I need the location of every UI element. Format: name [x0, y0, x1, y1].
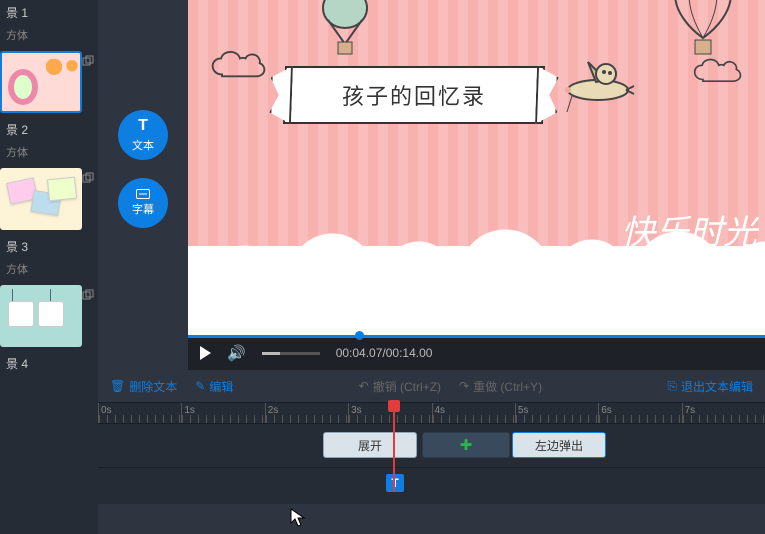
duplicate-icon[interactable] — [82, 289, 94, 301]
scene-item-4[interactable]: 景 4 — [0, 285, 98, 376]
text-icon: T — [138, 117, 148, 135]
text-marker[interactable]: T — [386, 474, 404, 492]
balloon-decoration — [669, 0, 737, 72]
scene-sublabel: 方体 — [0, 25, 98, 51]
volume-slider[interactable] — [262, 352, 320, 355]
volume-icon[interactable]: 🔊 — [227, 344, 246, 362]
title-banner[interactable]: 孩子的回忆录 — [284, 66, 544, 124]
player-controls: 🔊 00:04.07/00:14.00 — [188, 336, 765, 370]
timeline-text-track[interactable]: T — [98, 468, 765, 504]
text-tool-button[interactable]: T 文本 — [118, 110, 168, 160]
balloon-decoration — [318, 0, 372, 70]
trash-icon: 🗑 — [110, 379, 125, 393]
tool-label: 文本 — [132, 137, 154, 153]
scene-label: 景 4 — [0, 351, 98, 376]
add-clip-button[interactable]: ✚ — [422, 432, 510, 458]
edit-icon: ✎ — [195, 379, 205, 393]
scene-thumbnail[interactable] — [0, 168, 82, 230]
redo-icon: ↷ — [459, 379, 469, 393]
preview-canvas[interactable]: 孩子的回忆录 快乐时光 — [188, 0, 765, 336]
timecode: 00:04.07/00:14.00 — [336, 346, 433, 360]
duplicate-icon[interactable] — [82, 55, 94, 67]
undo-icon: ↶ — [359, 379, 369, 393]
scene-item-1[interactable]: 景 1 方体 — [0, 0, 98, 51]
timeline-ruler[interactable]: 0s1s2s3s4s5s6s7s — [98, 402, 765, 424]
edit-button[interactable]: ✎编辑 — [195, 378, 233, 395]
scene-label: 景 1 — [0, 0, 98, 25]
scene-item-3[interactable]: 景 3 方体 — [0, 168, 98, 285]
playhead[interactable] — [393, 402, 395, 492]
scene-sublabel: 方体 — [0, 259, 98, 285]
exit-text-edit-button[interactable]: ⎘退出文本编辑 — [667, 378, 753, 395]
scene-thumbnail[interactable] — [0, 51, 82, 113]
tool-label: 字幕 — [132, 201, 154, 217]
scene-list: 景 1 方体 景 2 方体 景 3 方体 景 4 — [0, 0, 98, 534]
timeline-toolbar: 🗑删除文本 ✎编辑 ↶撤销 (Ctrl+Z) ↷重做 (Ctrl+Y) ⎘退出文… — [98, 370, 765, 402]
play-button[interactable] — [200, 346, 211, 360]
scene-thumbnail[interactable] — [0, 285, 82, 347]
subtitle-tool-button[interactable]: 字幕 — [118, 178, 168, 228]
timeline-track[interactable]: 展开 ✚ 左边弹出 — [98, 424, 765, 468]
redo-button[interactable]: ↷重做 (Ctrl+Y) — [459, 378, 542, 395]
subtitle-icon — [136, 189, 150, 199]
clip-expand[interactable]: 展开 — [323, 432, 417, 458]
undo-button[interactable]: ↶撤销 (Ctrl+Z) — [359, 378, 441, 395]
exit-icon: ⎘ — [667, 379, 677, 394]
clip-left-out[interactable]: 左边弹出 — [512, 432, 606, 458]
scene-label: 景 2 — [0, 117, 98, 142]
scene-sublabel: 方体 — [0, 142, 98, 168]
duplicate-icon[interactable] — [82, 172, 94, 184]
banner-text: 孩子的回忆录 — [284, 66, 544, 124]
plane-decoration — [558, 52, 638, 112]
scene-item-2[interactable]: 景 2 方体 — [0, 51, 98, 168]
seek-handle[interactable] — [355, 331, 364, 340]
scene-label: 景 3 — [0, 234, 98, 259]
canvas-tools: T 文本 字幕 — [98, 0, 188, 370]
seek-bar[interactable] — [188, 335, 765, 338]
cloud-decoration — [210, 50, 268, 82]
delete-text-button[interactable]: 🗑删除文本 — [110, 378, 177, 395]
